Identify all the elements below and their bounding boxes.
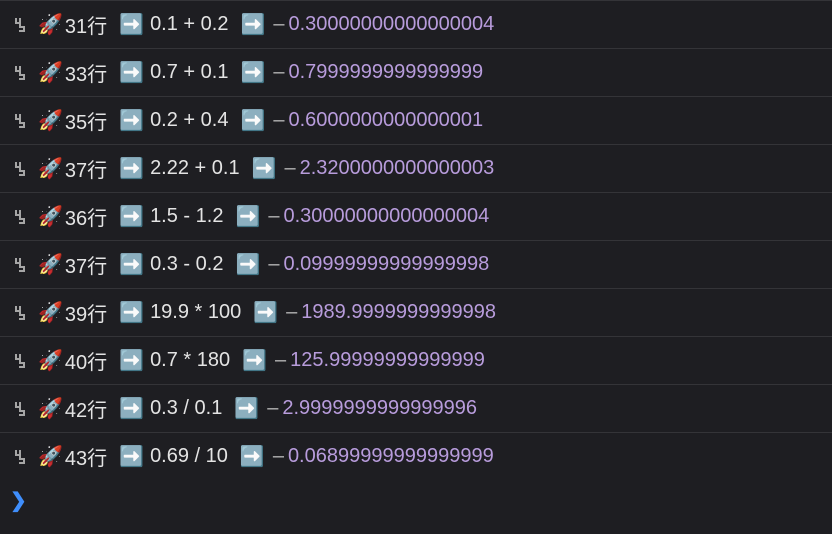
arrow-icon: ➡️ <box>242 348 267 373</box>
arrow-icon: ➡️ <box>235 204 260 229</box>
log-line-label: 36行 <box>65 202 107 231</box>
log-line-label: 35行 <box>65 106 107 135</box>
log-separator: – <box>271 445 284 468</box>
log-result: 0.09999999999999998 <box>283 253 489 276</box>
rocket-icon: 🚀 <box>38 156 63 181</box>
log-separator: – <box>266 253 279 276</box>
log-expression: 0.7 + 0.1 <box>150 61 228 84</box>
arrow-icon: ➡️ <box>235 252 260 277</box>
console-input-row[interactable]: ❯ <box>0 480 832 520</box>
log-row[interactable]: 🚀 40行 ➡️ 0.7 * 180 ➡️ – 125.999999999999… <box>0 336 832 384</box>
log-level-icon <box>10 207 30 227</box>
rocket-icon: 🚀 <box>38 252 63 277</box>
log-row[interactable]: 🚀 33行 ➡️ 0.7 + 0.1 ➡️ – 0.79999999999999… <box>0 48 832 96</box>
arrow-icon: ➡️ <box>119 12 144 37</box>
log-line-label: 42行 <box>65 394 107 423</box>
log-expression: 1.5 - 1.2 <box>150 205 223 228</box>
log-level-icon <box>10 159 30 179</box>
log-expression: 19.9 * 100 <box>150 301 241 324</box>
log-separator: – <box>271 13 284 36</box>
log-separator: – <box>273 349 286 372</box>
log-separator: – <box>271 61 284 84</box>
arrow-icon: ➡️ <box>119 348 144 373</box>
log-result: 0.30000000000000004 <box>289 13 495 36</box>
arrow-icon: ➡️ <box>240 444 265 469</box>
log-expression: 0.3 / 0.1 <box>150 397 222 420</box>
log-line-label: 39行 <box>65 298 107 327</box>
log-line-label: 40行 <box>65 346 107 375</box>
log-line-label: 37行 <box>65 154 107 183</box>
arrow-icon: ➡️ <box>252 156 277 181</box>
log-separator: – <box>283 157 296 180</box>
arrow-icon: ➡️ <box>119 300 144 325</box>
log-separator: – <box>271 109 284 132</box>
arrow-icon: ➡️ <box>234 396 259 421</box>
arrow-icon: ➡️ <box>240 108 265 133</box>
arrow-icon: ➡️ <box>119 396 144 421</box>
rocket-icon: 🚀 <box>38 396 63 421</box>
arrow-icon: ➡️ <box>119 204 144 229</box>
log-line-label: 33行 <box>65 58 107 87</box>
log-result: 1989.9999999999998 <box>301 301 496 324</box>
log-row[interactable]: 🚀 35行 ➡️ 0.2 + 0.4 ➡️ – 0.60000000000000… <box>0 96 832 144</box>
log-level-icon <box>10 303 30 323</box>
log-level-icon <box>10 399 30 419</box>
arrow-icon: ➡️ <box>119 108 144 133</box>
log-expression: 0.69 / 10 <box>150 445 228 468</box>
log-row[interactable]: 🚀 43行 ➡️ 0.69 / 10 ➡️ – 0.06899999999999… <box>0 432 832 480</box>
rocket-icon: 🚀 <box>38 60 63 85</box>
rocket-icon: 🚀 <box>38 204 63 229</box>
log-result: 0.7999999999999999 <box>289 61 484 84</box>
log-line-label: 43行 <box>65 442 107 471</box>
log-expression: 0.1 + 0.2 <box>150 13 228 36</box>
log-result: 0.30000000000000004 <box>283 205 489 228</box>
arrow-icon: ➡️ <box>119 156 144 181</box>
log-result: 2.3200000000000003 <box>300 157 495 180</box>
prompt-caret-icon: ❯ <box>10 488 27 513</box>
log-level-icon <box>10 351 30 371</box>
log-result: 2.9999999999999996 <box>282 397 477 420</box>
rocket-icon: 🚀 <box>38 300 63 325</box>
rocket-icon: 🚀 <box>38 12 63 37</box>
log-expression: 0.3 - 0.2 <box>150 253 223 276</box>
log-row[interactable]: 🚀 42行 ➡️ 0.3 / 0.1 ➡️ – 2.99999999999999… <box>0 384 832 432</box>
arrow-icon: ➡️ <box>240 12 265 37</box>
log-level-icon <box>10 447 30 467</box>
log-level-icon <box>10 111 30 131</box>
arrow-icon: ➡️ <box>119 444 144 469</box>
log-level-icon <box>10 255 30 275</box>
log-row[interactable]: 🚀 31行 ➡️ 0.1 + 0.2 ➡️ – 0.30000000000000… <box>0 0 832 48</box>
console-panel: 🚀 31行 ➡️ 0.1 + 0.2 ➡️ – 0.30000000000000… <box>0 0 832 534</box>
rocket-icon: 🚀 <box>38 444 63 469</box>
log-level-icon <box>10 15 30 35</box>
log-expression: 0.2 + 0.4 <box>150 109 228 132</box>
log-line-label: 31行 <box>65 10 107 39</box>
log-row[interactable]: 🚀 36行 ➡️ 1.5 - 1.2 ➡️ – 0.30000000000000… <box>0 192 832 240</box>
log-separator: – <box>266 205 279 228</box>
log-result: 125.99999999999999 <box>290 349 485 372</box>
log-separator: – <box>284 301 297 324</box>
arrow-icon: ➡️ <box>253 300 278 325</box>
log-expression: 0.7 * 180 <box>150 349 230 372</box>
rocket-icon: 🚀 <box>38 108 63 133</box>
log-row[interactable]: 🚀 39行 ➡️ 19.9 * 100 ➡️ – 1989.9999999999… <box>0 288 832 336</box>
log-expression: 2.22 + 0.1 <box>150 157 240 180</box>
arrow-icon: ➡️ <box>119 252 144 277</box>
arrow-icon: ➡️ <box>119 60 144 85</box>
log-result: 0.6000000000000001 <box>289 109 484 132</box>
log-separator: – <box>265 397 278 420</box>
log-row[interactable]: 🚀 37行 ➡️ 2.22 + 0.1 ➡️ – 2.3200000000000… <box>0 144 832 192</box>
log-level-icon <box>10 63 30 83</box>
rocket-icon: 🚀 <box>38 348 63 373</box>
log-result: 0.06899999999999999 <box>288 445 494 468</box>
log-line-label: 37行 <box>65 250 107 279</box>
arrow-icon: ➡️ <box>240 60 265 85</box>
log-row[interactable]: 🚀 37行 ➡️ 0.3 - 0.2 ➡️ – 0.09999999999999… <box>0 240 832 288</box>
